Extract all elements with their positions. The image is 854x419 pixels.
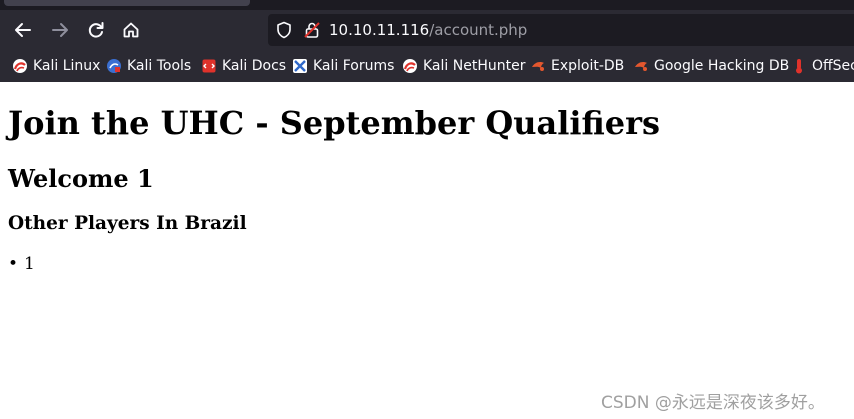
reload-icon — [88, 22, 104, 38]
kali-dragon-icon — [402, 58, 418, 74]
kali-forums-icon — [292, 58, 308, 74]
bookmark-label: OffSec — [812, 58, 854, 74]
url-path: /account.php — [429, 21, 528, 39]
watermark: CSDN @永远是深夜该多好。 — [601, 393, 825, 413]
browser-chrome: 10.10.11.116/account.php Kali Linux Kali… — [0, 0, 854, 82]
bookmark-label: Kali NetHunter — [423, 58, 526, 74]
back-button[interactable] — [9, 16, 37, 44]
insecure-lock-icon[interactable] — [303, 21, 321, 39]
exploit-db-icon — [530, 58, 546, 74]
bookmark-kali-nethunter[interactable]: Kali NetHunter — [402, 56, 525, 76]
home-button[interactable] — [117, 16, 145, 44]
bookmark-label: Exploit-DB — [551, 58, 625, 74]
exploit-db-icon — [633, 58, 649, 74]
bookmark-offsec[interactable]: OffSec — [791, 56, 854, 76]
list-item: 1 — [8, 254, 35, 274]
url-host: 10.10.11.116 — [329, 21, 430, 39]
shield-icon[interactable] — [275, 21, 293, 39]
kali-docs-icon — [201, 58, 217, 74]
bookmark-google-hacking-db[interactable]: Google Hacking DB — [633, 56, 789, 76]
players-list: 1 — [8, 254, 35, 274]
home-icon — [123, 22, 139, 38]
bookmark-kali-docs[interactable]: Kali Docs — [201, 56, 286, 76]
players-heading: Other Players In Brazil — [8, 213, 247, 234]
arrow-right-icon — [52, 23, 68, 37]
bookmark-label: Kali Forums — [313, 58, 395, 74]
page-title: Join the UHC - September Qualifiers — [8, 104, 661, 142]
kali-dragon-icon — [12, 58, 28, 74]
tab-strip — [0, 0, 854, 10]
forward-button[interactable] — [46, 16, 74, 44]
reload-button[interactable] — [82, 16, 110, 44]
bookmark-kali-tools[interactable]: Kali Tools — [106, 56, 191, 76]
url-text[interactable]: 10.10.11.116/account.php — [329, 21, 527, 39]
bookmark-label: Google Hacking DB — [654, 58, 790, 74]
active-tab[interactable] — [4, 0, 250, 6]
kali-tools-icon — [106, 58, 122, 74]
bookmark-label: Kali Docs — [222, 58, 287, 74]
url-bar[interactable]: 10.10.11.116/account.php — [268, 14, 854, 46]
bookmark-kali-linux[interactable]: Kali Linux — [12, 56, 100, 76]
arrow-left-icon — [15, 23, 31, 37]
welcome-heading: Welcome 1 — [8, 164, 154, 193]
bookmark-label: Kali Linux — [33, 58, 101, 74]
bookmarks-toolbar: Kali Linux Kali Tools Kali Docs Kali For… — [0, 52, 854, 80]
bookmark-kali-forums[interactable]: Kali Forums — [292, 56, 394, 76]
offsec-icon — [791, 58, 807, 74]
bookmark-exploit-db[interactable]: Exploit-DB — [530, 56, 624, 76]
bookmark-label: Kali Tools — [127, 58, 192, 74]
